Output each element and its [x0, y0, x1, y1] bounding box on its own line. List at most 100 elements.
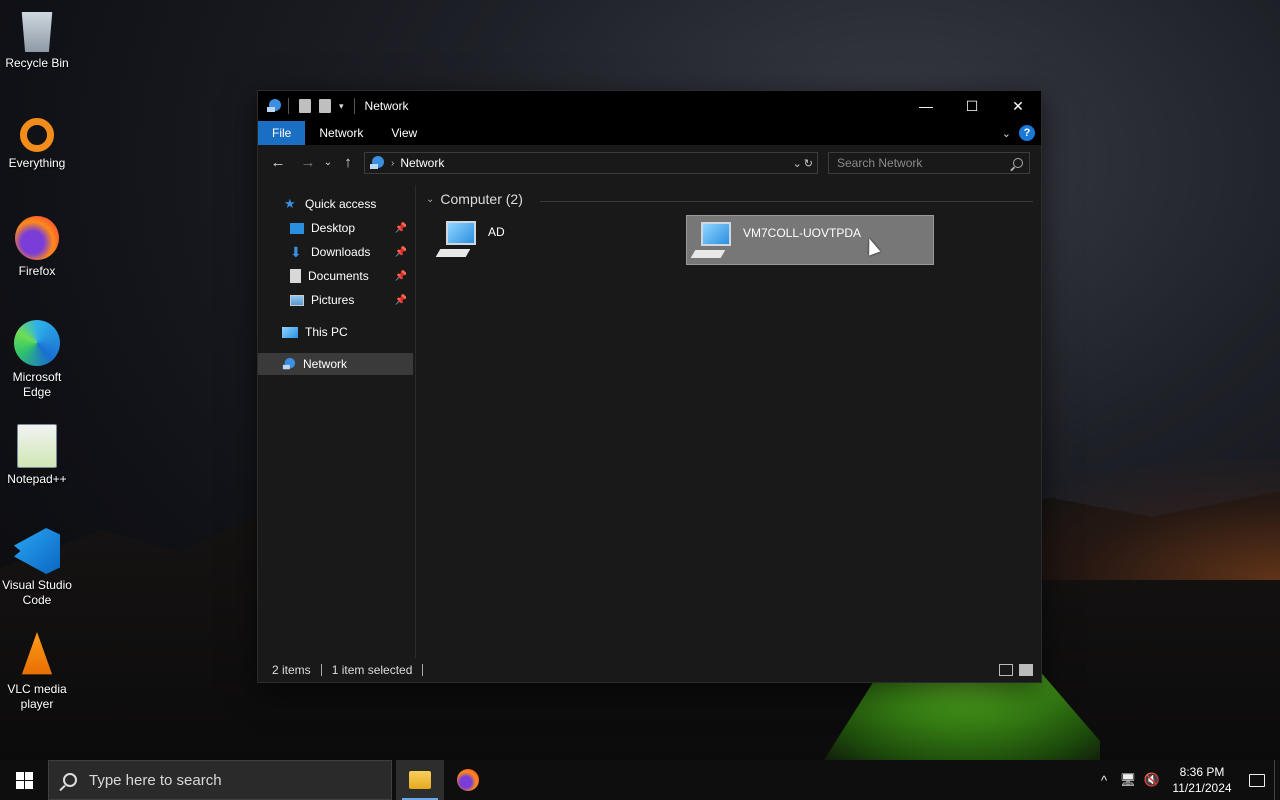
show-desktop-button[interactable]	[1274, 760, 1280, 800]
ribbon-tabs: File Network View ⌄ ?	[258, 121, 1041, 145]
nav-item-label: Documents	[308, 269, 369, 283]
status-selection: 1 item selected	[331, 663, 413, 677]
desktop-icon-label: Firefox	[18, 264, 56, 278]
taskbar-file-explorer[interactable]	[396, 760, 444, 800]
download-arrow-icon: ⬇	[290, 244, 302, 260]
chevron-up-icon[interactable]: ^	[1092, 773, 1116, 788]
status-separator	[422, 664, 424, 676]
nav-item-label: Downloads	[311, 245, 371, 259]
desktop-icon-vlc[interactable]: VLC media player	[0, 632, 74, 712]
desktop-icon-label: Visual Studio Code	[2, 578, 72, 607]
desktop-icon-firefox[interactable]: Firefox	[0, 216, 74, 279]
firefox-icon	[15, 216, 59, 260]
nav-item-this-pc[interactable]: This PC	[258, 321, 413, 343]
nav-item-pictures[interactable]: Pictures 📌	[258, 289, 413, 311]
vlc-icon	[21, 632, 53, 675]
recent-locations-button[interactable]: ⌄	[320, 150, 336, 174]
edge-icon	[14, 320, 60, 366]
group-label: Computer (2)	[440, 191, 523, 207]
title-bar[interactable]: ▾ Network — ☐ ✕	[258, 91, 1041, 121]
system-tray: ^ 🖥 🔇 8:36 PM 11/21/2024	[1092, 760, 1280, 800]
desktop-icon-vscode[interactable]: Visual Studio Code	[0, 528, 74, 608]
document-icon	[290, 269, 301, 283]
help-icon[interactable]: ?	[1019, 125, 1035, 141]
desktop-icon-label: Everything	[8, 156, 66, 170]
address-bar[interactable]: › Network ⌄ ↻	[364, 152, 818, 174]
minimize-button[interactable]: —	[903, 91, 949, 121]
clock-date: 11/21/2024	[1172, 781, 1232, 795]
collapse-chevron-icon[interactable]: ⌄	[426, 194, 434, 205]
desktop-icon-edge[interactable]: Microsoft Edge	[0, 320, 74, 400]
taskbar-firefox[interactable]	[444, 760, 492, 800]
properties-icon[interactable]	[299, 99, 311, 113]
pictures-icon	[290, 294, 304, 306]
desktop-icon-label: VLC media player	[7, 682, 67, 711]
explorer-window: ▾ Network — ☐ ✕ File Network View ⌄ ? ← …	[257, 90, 1042, 683]
volume-muted-icon[interactable]: 🔇	[1140, 772, 1164, 788]
network-status-icon[interactable]: 🖥	[1116, 772, 1140, 788]
clock-time: 8:36 PM	[1179, 765, 1225, 779]
file-explorer-icon	[409, 771, 431, 789]
computer-tile-vm7coll[interactable]: VM7COLL-UOVTPDA	[686, 215, 934, 265]
content-pane: ⌄ Computer (2) AD VM7COLL-UOVTPDA	[418, 185, 1041, 658]
tab-file[interactable]: File	[258, 121, 306, 145]
up-button[interactable]: ↑	[336, 150, 360, 174]
breadcrumb-chevron-icon[interactable]: ›	[391, 158, 394, 169]
pin-icon[interactable]: 📌	[395, 247, 407, 258]
nav-item-label: Pictures	[311, 293, 355, 307]
tab-view[interactable]: View	[377, 121, 431, 145]
start-button[interactable]	[0, 760, 48, 800]
window-title: Network	[364, 99, 409, 113]
navigation-bar: ← → ⌄ ↑ › Network ⌄ ↻	[258, 145, 1041, 179]
search-box[interactable]	[828, 152, 1030, 174]
address-dropdown-icon[interactable]: ⌄	[793, 157, 802, 170]
quick-access-separator	[288, 98, 289, 114]
desktop-icon-notepad-plus-plus[interactable]: Notepad++	[0, 424, 74, 487]
desktop-icon-recycle-bin[interactable]: Recycle Bin	[0, 8, 74, 71]
close-button[interactable]: ✕	[995, 91, 1041, 121]
star-icon: ★	[284, 196, 296, 211]
pin-icon[interactable]: 📌	[395, 271, 407, 282]
desktop-folder-icon	[290, 222, 304, 234]
search-icon	[63, 773, 77, 787]
notification-icon	[1249, 773, 1265, 787]
details-view-icon[interactable]	[999, 664, 1013, 676]
desktop-icon-everything[interactable]: Everything	[0, 112, 74, 171]
vscode-icon	[14, 528, 60, 574]
network-icon	[267, 99, 281, 112]
clock[interactable]: 8:36 PM 11/21/2024	[1164, 764, 1240, 796]
nav-item-network[interactable]: Network	[258, 353, 413, 375]
network-icon	[370, 156, 384, 169]
breadcrumb-network[interactable]: Network	[400, 156, 444, 170]
pin-icon[interactable]: 📌	[395, 223, 407, 234]
pin-icon[interactable]: 📌	[395, 295, 407, 306]
group-header-computer[interactable]: ⌄ Computer (2)	[426, 191, 523, 207]
large-icons-view-icon[interactable]	[1019, 664, 1033, 676]
computer-name: AD	[488, 225, 505, 239]
taskbar-search-box[interactable]: Type here to search	[48, 760, 392, 800]
customize-quick-access-icon[interactable]: ▾	[339, 101, 344, 112]
nav-item-documents[interactable]: Documents 📌	[258, 265, 413, 287]
desktop-icon-label: Recycle Bin	[5, 56, 69, 70]
status-items-count: 2 items	[272, 663, 311, 677]
notification-button[interactable]	[1240, 773, 1274, 787]
group-divider	[540, 201, 1033, 202]
computer-icon	[282, 326, 298, 338]
nav-item-quick-access[interactable]: ★ Quick access	[258, 193, 413, 215]
back-button[interactable]: ←	[266, 150, 290, 174]
nav-item-downloads[interactable]: ⬇ Downloads 📌	[258, 241, 413, 263]
search-input[interactable]	[837, 156, 1007, 170]
computer-tile-ad[interactable]: AD	[432, 215, 680, 265]
tab-network[interactable]: Network	[305, 121, 377, 145]
windows-logo-icon	[15, 771, 33, 789]
forward-button[interactable]: →	[296, 150, 320, 174]
network-icon	[282, 357, 296, 370]
new-folder-icon[interactable]	[319, 99, 331, 113]
search-icon	[1013, 158, 1023, 168]
refresh-icon[interactable]: ↻	[804, 157, 813, 170]
maximize-button[interactable]: ☐	[949, 91, 995, 121]
status-separator	[320, 664, 322, 676]
expand-ribbon-icon[interactable]: ⌄	[1002, 127, 1011, 140]
nav-item-label: Network	[303, 357, 348, 371]
nav-item-desktop[interactable]: Desktop 📌	[258, 217, 413, 239]
